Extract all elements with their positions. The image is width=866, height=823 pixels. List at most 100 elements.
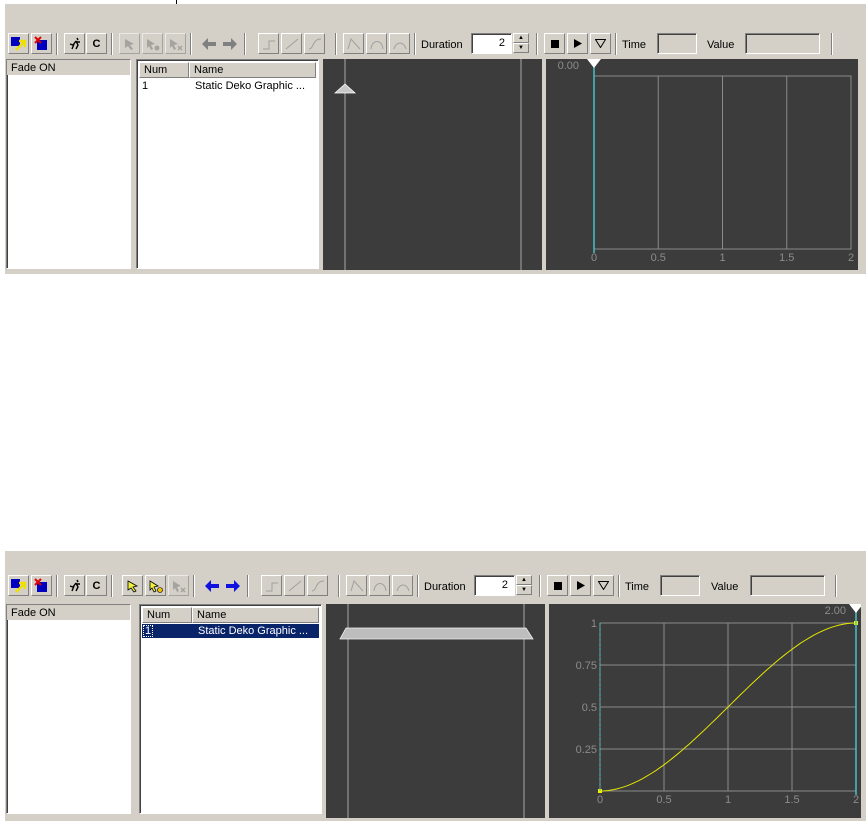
smooth-curve-icon	[311, 580, 324, 591]
round-tangent-button[interactable]	[369, 575, 390, 596]
spin-up-icon[interactable]: ▲	[516, 575, 532, 585]
track-tree[interactable]: Fade ON	[6, 604, 131, 814]
round-tangent-button[interactable]	[366, 33, 387, 54]
time-label: Time	[622, 39, 647, 51]
toolbar-separator	[414, 33, 416, 55]
playhead-button[interactable]	[590, 33, 611, 54]
flat-tangent-icon	[396, 584, 409, 591]
add-track-button[interactable]	[8, 33, 29, 54]
list-item[interactable]: 1 Static Deko Graphic ...	[142, 624, 319, 638]
x-tick-label: 0	[597, 794, 603, 806]
list-item[interactable]: 1 Static Deko Graphic ...	[139, 79, 316, 93]
object-list[interactable]: Num Name 1 Static Deko Graphic ...	[139, 604, 322, 814]
timeline-area[interactable]	[323, 59, 542, 270]
stop-button[interactable]	[547, 575, 568, 596]
timeline-clip-bar[interactable]	[339, 627, 534, 640]
spin-up-icon[interactable]: ▲	[513, 33, 529, 43]
playhead-marker-icon	[598, 581, 609, 590]
toolbar-separator	[193, 575, 195, 597]
playhead-handle-icon	[849, 604, 863, 613]
playhead-button[interactable]	[593, 575, 614, 596]
c-button-label: C	[92, 37, 101, 50]
c-button-label: C	[92, 579, 101, 592]
curve-graph[interactable]: 0 0.5 1 1.5 2 0.00	[546, 59, 858, 270]
y-tick-label: 0.75	[576, 660, 597, 672]
step-curve-icon	[265, 582, 278, 591]
add-key-button[interactable]	[145, 575, 166, 596]
run-button[interactable]	[64, 33, 85, 54]
corner-tangent-button[interactable]	[343, 33, 364, 54]
flat-tangent-button[interactable]	[389, 33, 410, 54]
value-field	[750, 575, 825, 596]
add-key-icon	[149, 579, 163, 593]
flat-tangent-button[interactable]	[392, 575, 413, 596]
corner-tangent-button[interactable]	[346, 575, 367, 596]
playhead-marker-icon	[595, 39, 606, 48]
remove-track-button[interactable]	[31, 575, 52, 596]
stop-button[interactable]	[544, 33, 565, 54]
object-list[interactable]: Num Name 1 Static Deko Graphic ...	[136, 59, 319, 269]
delete-key-icon	[172, 580, 186, 593]
duration-input[interactable]: 2	[471, 33, 512, 54]
next-key-button[interactable]	[219, 33, 240, 54]
delete-key-button[interactable]	[168, 575, 189, 596]
smooth-interpolation-button[interactable]	[307, 575, 328, 596]
x-tick-label: 2	[853, 794, 859, 806]
pointer-button[interactable]	[122, 575, 143, 596]
linear-interpolation-button[interactable]	[284, 575, 305, 596]
previous-key-button[interactable]	[198, 33, 219, 54]
pointer-button[interactable]	[119, 33, 140, 54]
arrow-left-icon	[201, 37, 216, 50]
add-key-button[interactable]	[142, 33, 163, 54]
column-header-num[interactable]: Num	[139, 62, 189, 78]
step-interpolation-button[interactable]	[261, 575, 282, 596]
step-curve-icon	[262, 40, 275, 49]
track-tree[interactable]: Fade ON	[6, 59, 131, 269]
track-header[interactable]: Fade ON	[7, 60, 130, 75]
x-tick-label: 2	[848, 252, 854, 264]
duration-spinner[interactable]: ▲ ▼	[516, 575, 532, 596]
c-button[interactable]: C	[86, 33, 107, 54]
duration-spinner[interactable]: ▲ ▼	[513, 33, 529, 54]
track-header[interactable]: Fade ON	[7, 605, 130, 620]
c-button[interactable]: C	[86, 575, 107, 596]
x-tick-label: 0.5	[651, 252, 666, 264]
column-header-name[interactable]: Name	[192, 607, 319, 623]
spin-down-icon[interactable]: ▼	[516, 585, 532, 595]
toolbar-separator	[835, 575, 837, 597]
x-tick-label: 1	[719, 252, 725, 264]
toolbar: C Duration 2 ▲ ▼ Time Value	[5, 4, 866, 56]
toolbar-separator	[615, 33, 617, 55]
timeline-canvas	[333, 59, 522, 270]
step-interpolation-button[interactable]	[258, 33, 279, 54]
toolbar-separator	[56, 33, 58, 55]
timeline-key-marker-icon[interactable]	[333, 83, 357, 94]
duration-input[interactable]: 2	[474, 575, 515, 596]
linear-interpolation-button[interactable]	[281, 33, 302, 54]
pointer-icon	[124, 38, 134, 50]
graph-canvas: 0 0.5 1 1.5 2 0.00	[558, 59, 854, 264]
arrow-left-icon	[204, 579, 219, 592]
delete-key-button[interactable]	[165, 33, 186, 54]
curve-graph[interactable]: 0 0.5 1 1.5 2 1 0.75 0.5 0.25 2.00	[549, 604, 863, 818]
arrow-right-icon	[222, 37, 237, 50]
spin-down-icon[interactable]: ▼	[513, 43, 529, 53]
column-header-num[interactable]: Num	[142, 607, 192, 623]
add-key-icon	[146, 38, 159, 50]
time-readout: 0.00	[558, 60, 579, 72]
smooth-interpolation-button[interactable]	[304, 33, 325, 54]
play-button[interactable]	[567, 33, 588, 54]
timeline-area[interactable]	[326, 604, 545, 818]
x-tick-label: 0.5	[656, 794, 671, 806]
run-button[interactable]	[64, 575, 85, 596]
next-key-button[interactable]	[222, 575, 243, 596]
add-track-button[interactable]	[8, 575, 29, 596]
toolbar-separator	[190, 33, 192, 55]
column-header-name[interactable]: Name	[189, 62, 316, 78]
list-item-num: 1	[142, 80, 149, 92]
remove-track-button[interactable]	[31, 33, 52, 54]
value-label: Value	[711, 581, 739, 593]
previous-key-button[interactable]	[201, 575, 222, 596]
list-item-name: Static Deko Graphic ...	[198, 625, 309, 637]
play-button[interactable]	[570, 575, 591, 596]
